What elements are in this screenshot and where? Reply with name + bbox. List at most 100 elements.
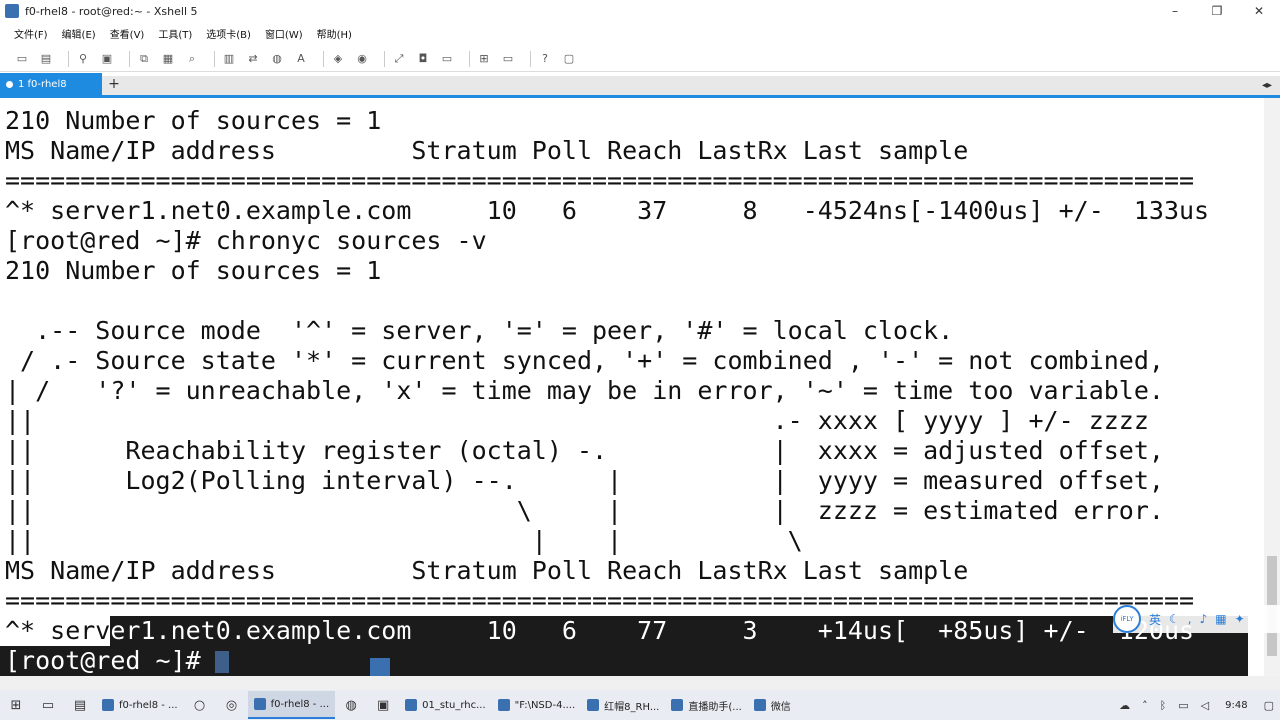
notification-icon[interactable]: ▢	[1264, 699, 1274, 712]
toolbar-divider	[469, 50, 470, 67]
ime-language-toggle[interactable]: 英	[1149, 611, 1161, 628]
open-folder-icon[interactable]: ▤	[38, 52, 54, 66]
paste-icon[interactable]: ▦	[160, 52, 176, 66]
terminal-line: MS Name/IP address Stratum Poll Reach La…	[5, 136, 969, 165]
windows-start-icon[interactable]: ⊞	[6, 695, 26, 715]
session-status-icon	[6, 80, 13, 88]
script-icon[interactable]: ◈	[330, 52, 346, 66]
font-icon[interactable]: A	[293, 52, 309, 66]
terminal-line: || Log2(Polling interval) --. | | yyyy =…	[5, 466, 1164, 495]
chat-icon[interactable]: ▢	[561, 52, 577, 66]
terminal-line: [root@red ~]# chronyc sources -v	[5, 226, 487, 255]
cloud-icon[interactable]: ☁	[1119, 699, 1130, 712]
toolbar: ▭ ▤ ⚲ ▣ ⧉ ▦ ⌕ ▥ ⇄ ◍ A ◈ ◉ ⤢ ◘ ▭ ⊞ ▭ ? ▢	[0, 46, 1280, 72]
globe-icon[interactable]: ◍	[269, 52, 285, 66]
taskbar-app-xshell-1[interactable]: f0-rhel8 - ...	[96, 691, 184, 719]
terminal-line: .-- Source mode '^' = server, '=' = peer…	[5, 316, 954, 345]
tab-label: 1 f0-rhel8	[18, 78, 67, 90]
terminal-line: | / '?' = unreachable, 'x' = time may be…	[5, 376, 1164, 405]
volume-icon[interactable]: ◁	[1201, 699, 1209, 712]
terminal-line: || Reachability register (octal) -. | xx…	[5, 436, 1164, 465]
shirt-icon[interactable]: ✦	[1235, 612, 1245, 626]
ifly-logo[interactable]: iFLY	[1113, 605, 1141, 633]
taskbar-app-label: 直播助手(...	[688, 701, 742, 713]
help-icon[interactable]: ?	[537, 52, 553, 66]
compose-icon[interactable]: ▭	[439, 52, 455, 66]
system-tray: ☁ ˄ ᛒ ▭ ◁ 9:48 ▢	[1113, 690, 1280, 720]
find-icon[interactable]: ⌕	[184, 52, 200, 66]
toolbar-divider	[530, 50, 531, 67]
minimize-button[interactable]: –	[1154, 0, 1196, 22]
toolbar-divider	[68, 50, 69, 67]
taskbar-app-wechat[interactable]: 微信	[748, 691, 797, 719]
menu-window[interactable]: 窗口(W)	[265, 26, 303, 41]
taskbar-app-label: 微信	[770, 701, 791, 713]
task-view-icon[interactable]: ▭	[38, 695, 58, 715]
windows-taskbar: ⊞ ▭ ▤ f0-rhel8 - ... ○ ◎ f0-rhel8 - ... …	[0, 690, 1280, 720]
bluetooth-icon[interactable]: ᛒ	[1160, 699, 1167, 712]
terminal-line: ========================================…	[5, 166, 1195, 195]
tab-list-icon[interactable]: ◂▸	[1262, 80, 1272, 91]
add-tab-button[interactable]: +	[102, 73, 126, 95]
app-icon	[497, 699, 510, 711]
browser-icon[interactable]: ◍	[341, 695, 361, 715]
toolbar-divider	[323, 50, 324, 67]
taskbar-app-label: "F:\NSD-4....	[514, 699, 576, 711]
keyboard-icon[interactable]: ◉	[354, 52, 370, 66]
app-icon	[405, 699, 418, 711]
terminal-scrollbar[interactable]	[1264, 98, 1280, 676]
maximize-button[interactable]: ❐	[1196, 0, 1238, 22]
menu-tab[interactable]: 选项卡(B)	[206, 26, 251, 41]
app-icon	[102, 699, 114, 711]
menu-view[interactable]: 查看(V)	[110, 26, 145, 41]
transfer-icon[interactable]: ⇄	[245, 52, 261, 66]
taskbar-app-label: f0-rhel8 - ...	[119, 699, 178, 711]
tab-f0-rhel8[interactable]: 1 f0-rhel8	[0, 73, 102, 95]
terminal-line: 210 Number of sources = 1	[5, 256, 382, 285]
pdf-icon[interactable]: ▣	[373, 695, 393, 715]
network-icon[interactable]: ▭	[1178, 699, 1188, 712]
taskbar-app-label: 红帽8_RH...	[604, 701, 660, 713]
ime-caret-marker	[370, 658, 390, 676]
terminal-line: / .- Source state '*' = current synced, …	[5, 346, 1164, 375]
lock-icon[interactable]: ◘	[415, 52, 431, 66]
connect-icon[interactable]: ⚲	[75, 52, 91, 66]
moon-icon[interactable]: ☾	[1169, 612, 1180, 626]
menu-file[interactable]: 文件(F)	[14, 26, 48, 41]
terminal-line: || \ | | zzzz = estimated error.	[5, 496, 1164, 525]
fullscreen-icon[interactable]: ⤢	[391, 52, 407, 66]
session-tab-bar: 1 f0-rhel8 + ◂▸	[0, 73, 1280, 98]
status-bar	[0, 676, 1280, 690]
print-icon[interactable]: ▥	[221, 52, 237, 66]
terminal-output[interactable]: 210 Number of sources = 1 MS Name/IP add…	[0, 106, 1264, 676]
explorer-icon[interactable]: ▤	[70, 695, 90, 715]
microphone-icon[interactable]: ♪	[1200, 612, 1208, 626]
copy-icon[interactable]: ⧉	[136, 52, 152, 66]
taskbar-app-rhel8-doc[interactable]: 红帽8_RH...	[581, 691, 665, 719]
new-session-icon[interactable]: ▭	[14, 52, 30, 66]
chevron-up-icon[interactable]: ˄	[1142, 699, 1148, 712]
settings-icon[interactable]: ◎	[222, 695, 242, 715]
menu-tools[interactable]: 工具(T)	[158, 26, 192, 41]
taskbar-app-label: 01_stu_rhc...	[422, 699, 486, 711]
menu-help[interactable]: 帮助(H)	[317, 26, 352, 41]
comma-icon[interactable]: ,	[1188, 612, 1192, 626]
ime-toolbar: iFLY 英 ☾ , ♪ ▦ ✦	[1113, 605, 1280, 633]
add-icon[interactable]: ⊞	[476, 52, 492, 66]
app-icon	[671, 699, 684, 711]
keyboard-icon[interactable]: ▦	[1215, 612, 1226, 626]
toolbar-divider	[384, 50, 385, 67]
app-icon	[587, 699, 600, 711]
properties-icon[interactable]: ▣	[99, 52, 115, 66]
search-icon[interactable]: ○	[190, 695, 210, 715]
menu-edit[interactable]: 编辑(E)	[62, 26, 96, 41]
layout-icon[interactable]: ▭	[500, 52, 516, 66]
taskbar-app-xshell-2[interactable]: f0-rhel8 - ...	[247, 691, 336, 719]
taskbar-clock[interactable]: 9:48	[1225, 700, 1247, 711]
terminal-line: MS Name/IP address Stratum Poll Reach La…	[5, 556, 969, 585]
terminal-line: ^* server1.net0.example.com 10 6 37 8 -4…	[5, 196, 1210, 225]
taskbar-app-folder[interactable]: "F:\NSD-4....	[492, 691, 582, 719]
taskbar-app-document[interactable]: 01_stu_rhc...	[399, 691, 492, 719]
taskbar-app-live-assistant[interactable]: 直播助手(...	[665, 691, 747, 719]
close-button[interactable]: ✕	[1238, 0, 1280, 22]
